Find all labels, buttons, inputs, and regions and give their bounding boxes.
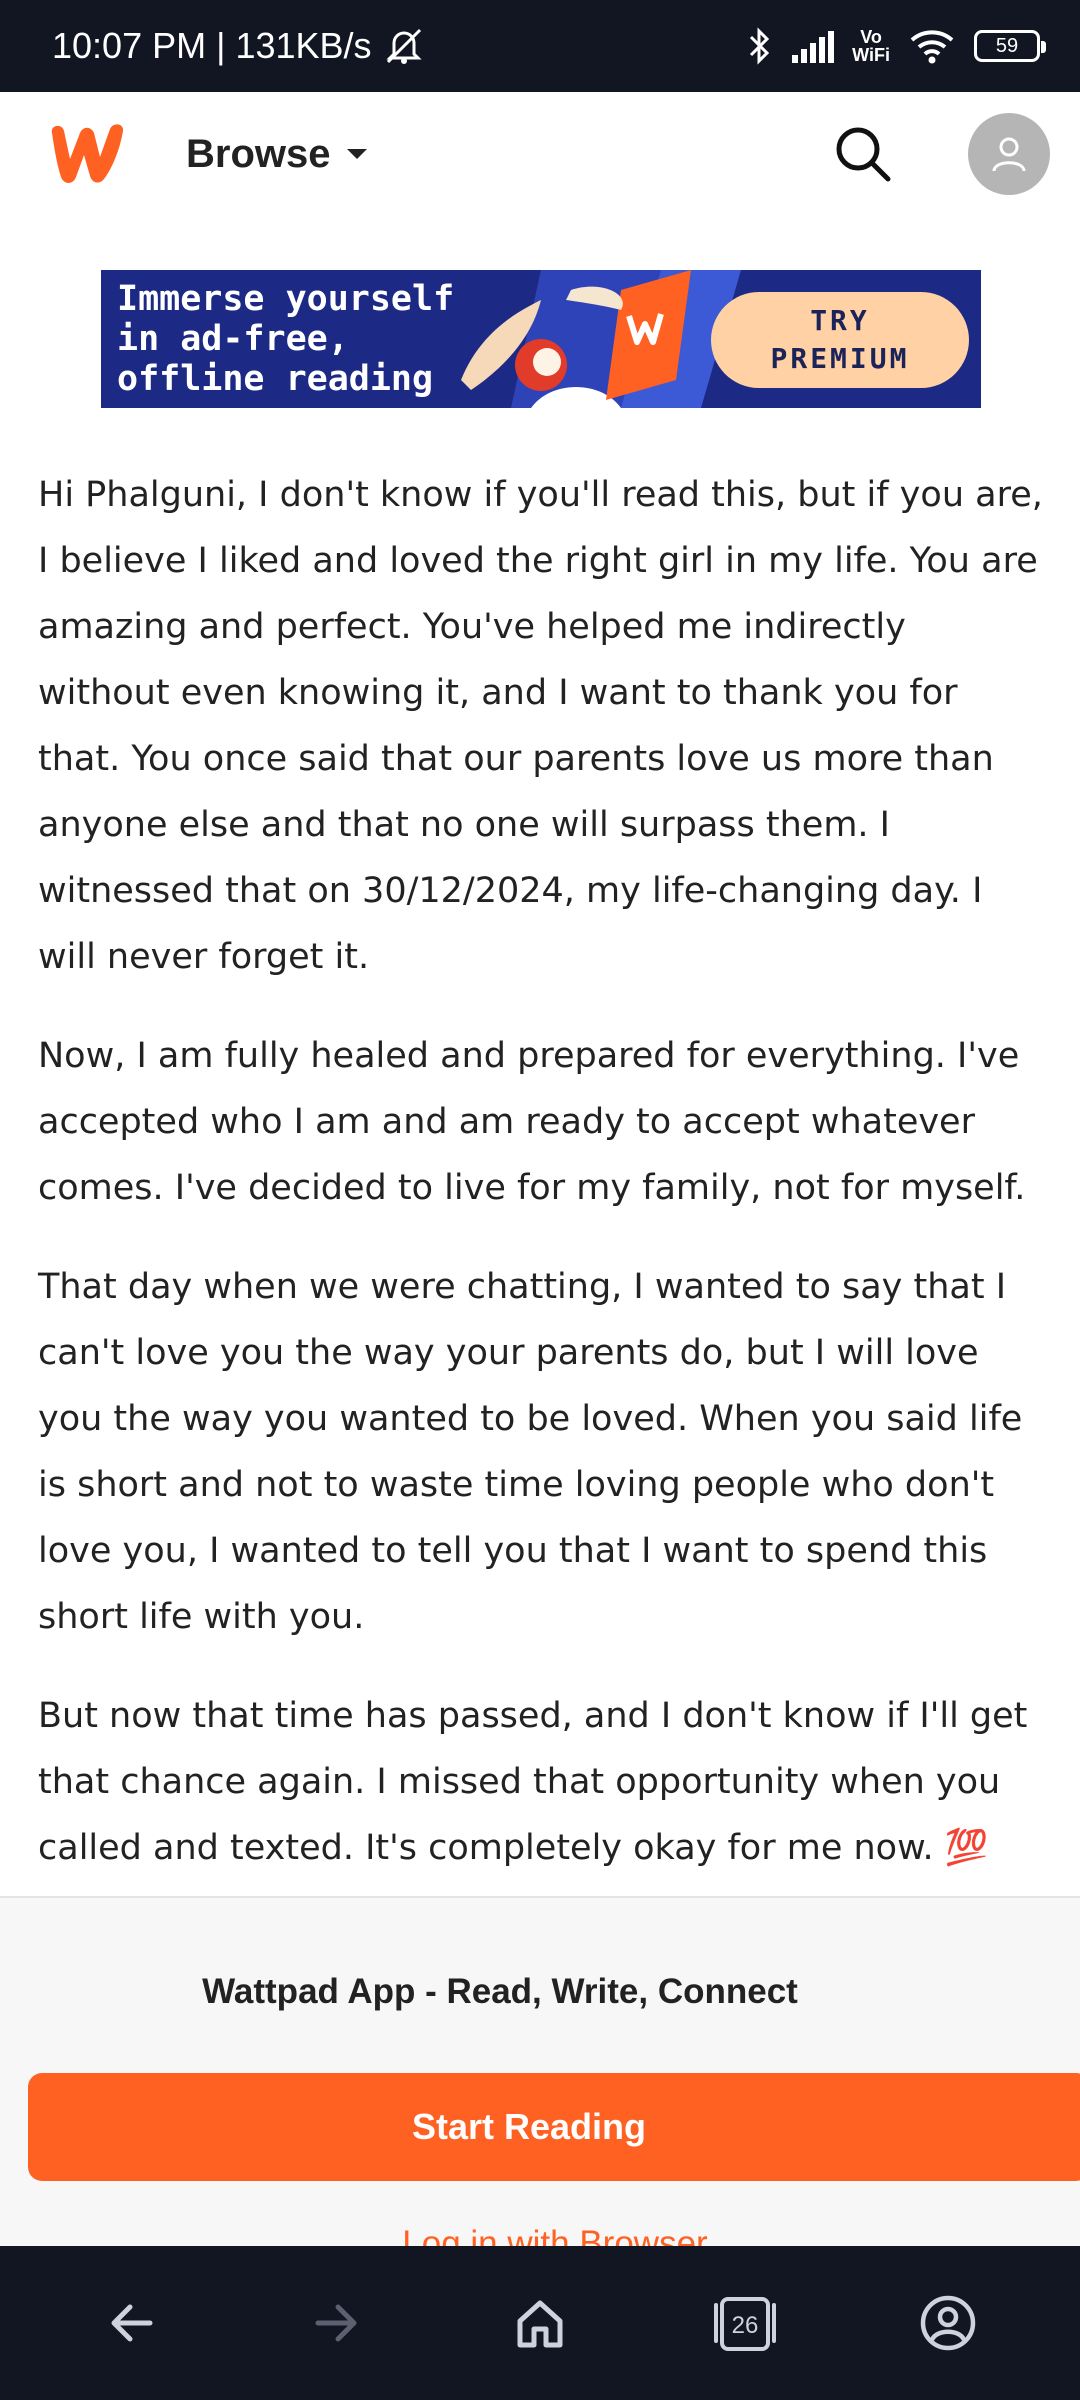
home-button[interactable] [495, 2278, 585, 2368]
home-icon [517, 2300, 563, 2348]
story-content: Hi Phalguni, I don't know if you'll read… [38, 462, 1048, 1914]
story-paragraph: Now, I am fully healed and prepared for … [38, 1036, 1026, 1208]
promo-line-3: offline reading [117, 359, 434, 399]
story-paragraph: Hi Phalguni, I don't know if you'll read… [38, 475, 1043, 977]
premium-promo-banner[interactable]: Immerse yourself in ad-free, offline rea… [101, 270, 981, 408]
status-right: Vo WiFi 59 [748, 26, 1046, 66]
start-reading-button[interactable]: Start Reading [28, 2073, 1080, 2181]
browse-dropdown[interactable]: Browse [186, 132, 369, 177]
tabs-icon: 26 [714, 2297, 776, 2351]
browser-nav-bar: 26 [0, 2246, 1080, 2400]
promo-line-2: in ad-free, [117, 319, 349, 359]
battery-indicator: 59 [974, 30, 1046, 62]
account-circle-icon [920, 2295, 976, 2351]
bluetooth-icon [748, 26, 772, 66]
avatar[interactable] [968, 113, 1050, 195]
vowifi-bottom: WiFi [852, 45, 890, 65]
app-download-sheet: Wattpad App - Read, Write, Connect Start… [0, 1896, 1080, 2246]
status-separator: | [216, 25, 226, 66]
search-button[interactable] [828, 119, 898, 189]
forward-button[interactable] [291, 2278, 381, 2368]
status-time: 10:07 PM [52, 25, 207, 66]
promo-line-1: Immerse yourself [117, 279, 455, 319]
story-paragraph: That day when we were chatting, I wanted… [38, 1267, 1023, 1637]
signal-icon [790, 29, 835, 63]
arrow-right-icon [315, 2304, 357, 2342]
sheet-title: Wattpad App - Read, Write, Connect [202, 1972, 798, 2011]
tabs-count: 26 [732, 2312, 759, 2339]
try-premium-button[interactable]: TRY PREMIUM [711, 292, 969, 388]
user-icon [992, 137, 1026, 172]
search-icon [836, 127, 891, 182]
app-header: Browse [0, 92, 1080, 216]
story-paragraph: But now that time has passed, and I don'… [38, 1696, 1028, 1868]
arrow-left-icon [111, 2304, 153, 2342]
wattpad-logo-icon[interactable] [46, 114, 138, 194]
vowifi-indicator: Vo WiFi [852, 28, 890, 64]
back-button[interactable] [87, 2278, 177, 2368]
battery-level: 59 [995, 34, 1019, 57]
login-with-browser-link[interactable]: Log in with Browser [0, 2224, 1080, 2246]
chevron-down-icon [346, 149, 367, 159]
cta-line-1: TRY [810, 304, 870, 337]
browse-label: Browse [186, 131, 331, 176]
status-left: 10:07 PM | 131KB/s [52, 25, 426, 67]
vowifi-top: Vo [860, 27, 882, 47]
tabs-button[interactable]: 26 [699, 2278, 789, 2368]
profile-button[interactable] [903, 2278, 993, 2368]
mute-icon [382, 26, 426, 66]
status-bar: 10:07 PM | 131KB/s Vo WiFi 59 [0, 0, 1080, 92]
cta-line-2: PREMIUM [770, 342, 910, 375]
promo-headline: Immerse yourself in ad-free, offline rea… [101, 279, 501, 399]
wifi-icon [908, 28, 956, 64]
status-network-speed: 131KB/s [235, 25, 372, 66]
